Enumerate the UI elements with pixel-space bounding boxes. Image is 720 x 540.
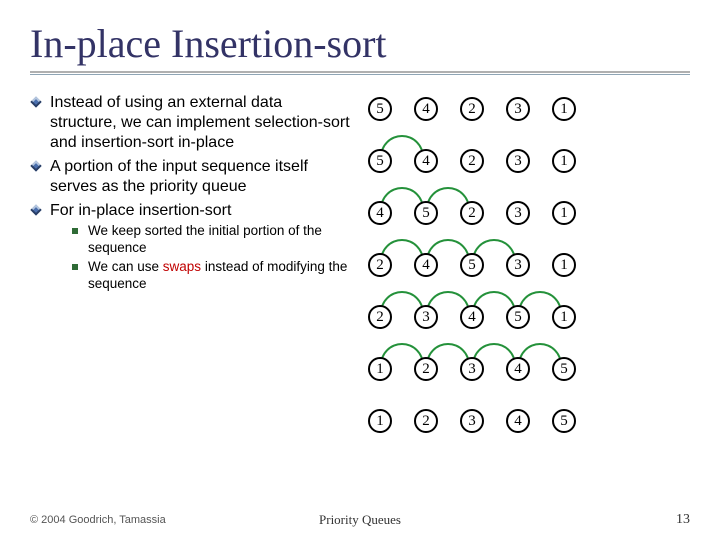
copyright-text: © 2004 Goodrich, Tamassia [30,514,166,526]
bullet-item: A portion of the input sequence itself s… [30,157,350,197]
sequence-node: 3 [506,253,530,277]
sequence-node: 4 [368,201,392,225]
sub-item: We keep sorted the initial portion of th… [72,223,350,257]
sequence-row: 23451 [368,303,690,331]
sequence-node: 4 [414,97,438,121]
sequence-node: 3 [460,409,484,433]
title-underline [30,71,690,75]
page-title: In-place Insertion-sort [30,20,690,67]
slide: In-place Insertion-sort Instead of using… [0,0,720,540]
sequence-node: 4 [506,357,530,381]
sequence-node: 1 [368,409,392,433]
sequence-row: 54231 [368,95,690,123]
sequence-node: 2 [414,357,438,381]
bullet-item: For in-place insertion-sort We keep sort… [30,201,350,293]
sequence-node: 3 [506,97,530,121]
sequence-node: 2 [460,97,484,121]
sequence-node: 3 [414,305,438,329]
page-number: 13 [676,512,690,528]
sequence-node: 3 [460,357,484,381]
sequence-row: 24531 [368,251,690,279]
sequence-row: 45231 [368,199,690,227]
sequence-node: 5 [460,253,484,277]
sub-text-pre: We can use [88,259,163,274]
sequence-node: 5 [368,97,392,121]
sequence-row: 12345 [368,355,690,383]
sequence-node: 1 [552,97,576,121]
content-body: Instead of using an external data struct… [30,93,690,459]
text-column: Instead of using an external data struct… [30,93,350,459]
sequence-row: 12345 [368,407,690,435]
sub-list: We keep sorted the initial portion of th… [50,223,350,293]
sequence-node: 1 [552,149,576,173]
sequence-node: 5 [552,409,576,433]
sequence-node: 1 [552,201,576,225]
sub-item: We can use swaps instead of modifying th… [72,259,350,293]
sequence-node: 1 [552,253,576,277]
sequence-node: 2 [414,409,438,433]
sequence-node: 3 [506,201,530,225]
sequence-node: 4 [506,409,530,433]
sequence-node: 5 [414,201,438,225]
sequence-row: 54231 [368,147,690,175]
sequence-node: 1 [368,357,392,381]
sequence-node: 4 [460,305,484,329]
sequence-node: 2 [368,253,392,277]
sequence-node: 2 [460,149,484,173]
bullet-text: For in-place insertion-sort [50,202,231,219]
footer: © 2004 Goodrich, Tamassia Priority Queue… [30,512,690,528]
sequence-node: 2 [368,305,392,329]
title-block: In-place Insertion-sort [30,20,690,81]
sequence-node: 2 [460,201,484,225]
bullet-item: Instead of using an external data struct… [30,93,350,153]
sequence-node: 5 [506,305,530,329]
sequence-node: 1 [552,305,576,329]
sub-text-em: swaps [163,259,201,274]
sequence-node: 5 [552,357,576,381]
bullet-list: Instead of using an external data struct… [30,93,350,293]
diagram-column: 54231542314523124531234511234512345 [368,93,690,459]
sequence-node: 4 [414,149,438,173]
footer-center: Priority Queues [319,512,401,528]
sequence-node: 3 [506,149,530,173]
sequence-node: 4 [414,253,438,277]
sequence-node: 5 [368,149,392,173]
